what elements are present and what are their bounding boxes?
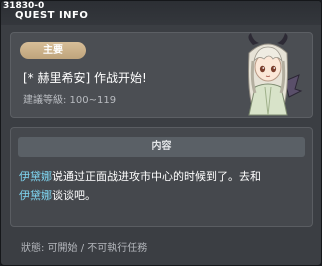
window-title: QUEST INFO <box>15 10 89 21</box>
description-text: 谈谈吧。 <box>52 189 96 202</box>
quest-type-badge: 主要 <box>20 42 86 59</box>
quest-status: 狀態: 可開始 / 不可執行任務 <box>21 243 148 254</box>
quest-description: 伊黛娜说通过正面战进攻市中心的时候到了。去和 伊黛娜谈谈吧。 <box>19 167 309 205</box>
npc-name-link[interactable]: 伊黛娜 <box>19 189 52 202</box>
quest-content-panel: 内容 伊黛娜说通过正面战进攻市中心的时候到了。去和 伊黛娜谈谈吧。 <box>10 127 313 227</box>
npc-name-link[interactable]: 伊黛娜 <box>19 170 52 183</box>
npc-portrait-icon <box>248 33 303 116</box>
title-bar[interactable]: 31830-0 QUEST INFO <box>1 1 321 25</box>
quest-info-window: 31830-0 QUEST INFO 主要 [* 赫里希安] 作战开始! 建議等… <box>0 0 322 266</box>
recommended-level: 建議等級: 100~119 <box>23 95 117 106</box>
description-text: 说通过正面战进攻市中心的时候到了。去和 <box>52 170 261 183</box>
content-section-header: 内容 <box>18 137 305 157</box>
quest-title: [* 赫里希安] 作战开始! <box>23 71 147 85</box>
